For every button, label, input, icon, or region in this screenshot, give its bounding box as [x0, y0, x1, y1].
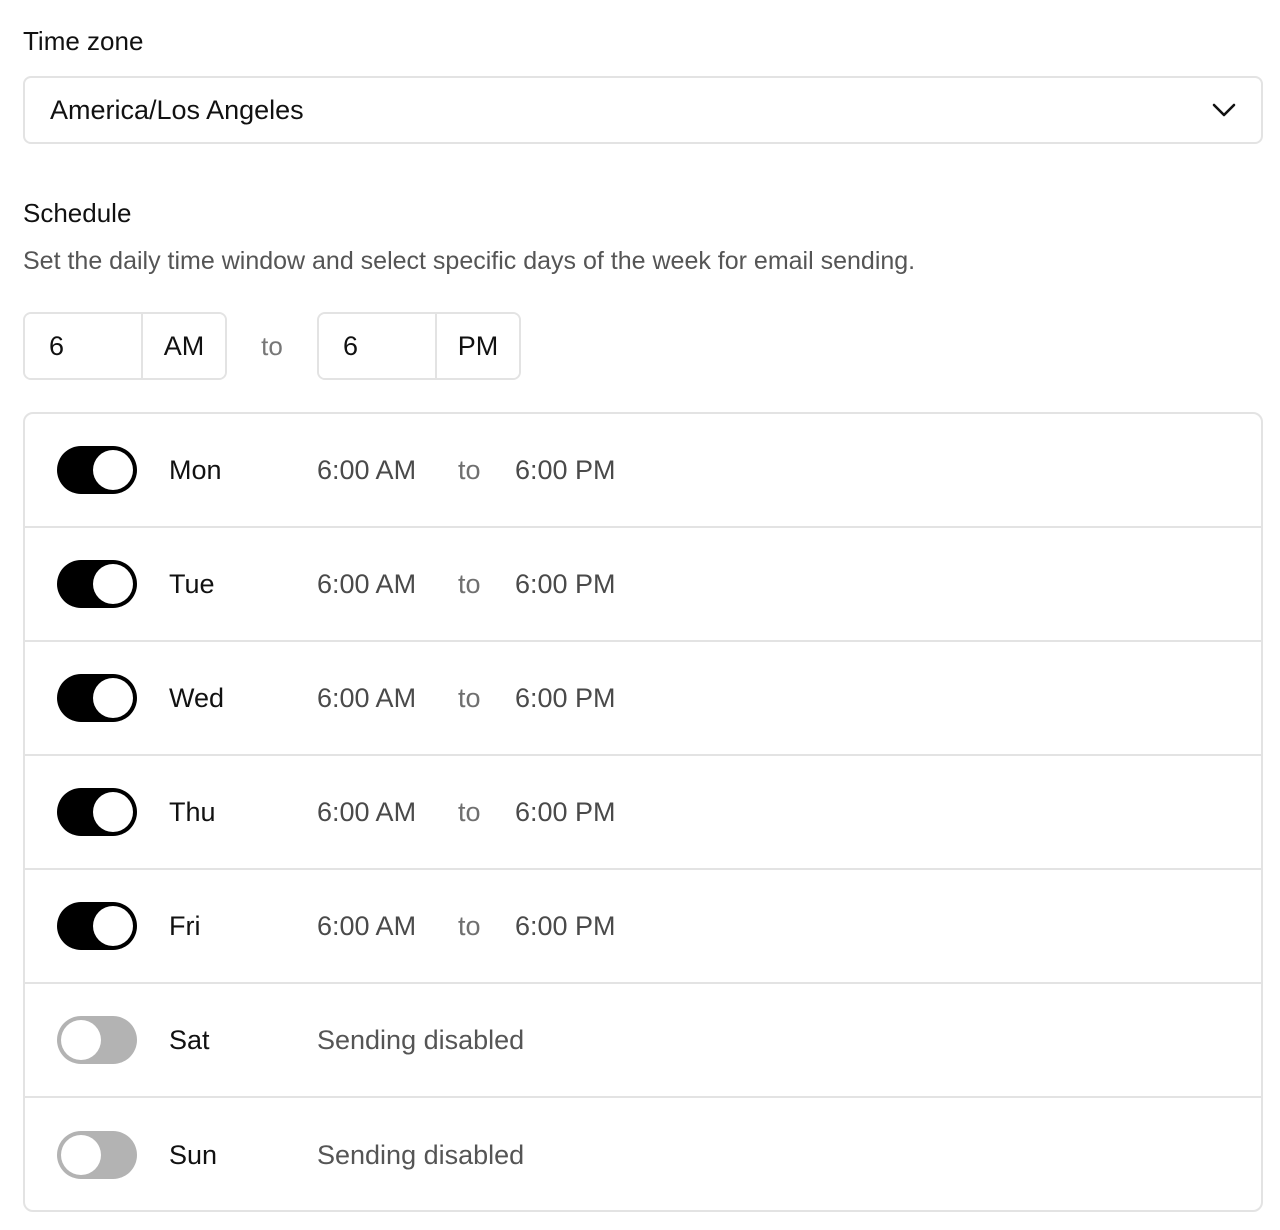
- day-row-sat: Sat Sending disabled: [25, 984, 1261, 1098]
- start-time-group: AM: [23, 312, 227, 380]
- day-time-separator: to: [458, 910, 481, 941]
- chevron-down-icon: [1211, 97, 1237, 123]
- day-toggle-sat[interactable]: [57, 1016, 137, 1064]
- day-row-sun: Sun Sending disabled: [25, 1098, 1261, 1210]
- timezone-label: Time zone: [23, 26, 144, 56]
- day-start-time: 6:00 AM: [317, 568, 417, 599]
- days-list: Mon 6:00 AM to 6:00 PM Tue 6:00 AM to 6:…: [23, 412, 1263, 1212]
- toggle-knob: [93, 906, 133, 946]
- toggle-knob: [93, 792, 133, 832]
- day-row-mon: Mon 6:00 AM to 6:00 PM: [25, 414, 1261, 528]
- time-window-inputs: AM to PM: [23, 312, 521, 380]
- day-time-separator: to: [458, 568, 481, 599]
- day-end-time: 6:00 PM: [515, 910, 616, 941]
- day-time-separator: to: [458, 454, 481, 485]
- day-name: Tue: [169, 568, 215, 599]
- end-hour-input[interactable]: [319, 314, 437, 378]
- day-time-range: 6:00 AM to 6:00 PM: [317, 455, 616, 486]
- toggle-knob: [93, 450, 133, 490]
- day-time-range: 6:00 AM to 6:00 PM: [317, 797, 616, 828]
- day-toggle-mon[interactable]: [57, 446, 137, 494]
- day-end-time: 6:00 PM: [515, 454, 616, 485]
- day-name: Sat: [169, 1024, 210, 1055]
- schedule-settings-page: Time zone America/Los Angeles Schedule S…: [0, 0, 1280, 1230]
- day-status: Sending disabled: [317, 1024, 525, 1055]
- day-toggle-tue[interactable]: [57, 560, 137, 608]
- day-status: Sending disabled: [317, 1139, 525, 1170]
- end-period-select[interactable]: PM: [437, 314, 519, 378]
- day-toggle-wed[interactable]: [57, 674, 137, 722]
- day-toggle-thu[interactable]: [57, 788, 137, 836]
- day-row-wed: Wed 6:00 AM to 6:00 PM: [25, 642, 1261, 756]
- schedule-title: Schedule: [23, 198, 132, 228]
- day-time-range: 6:00 AM to 6:00 PM: [317, 683, 616, 714]
- time-window-separator: to: [261, 330, 283, 361]
- day-end-time: 6:00 PM: [515, 796, 616, 827]
- schedule-description: Set the daily time window and select spe…: [23, 247, 916, 275]
- day-row-fri: Fri 6:00 AM to 6:00 PM: [25, 870, 1261, 984]
- timezone-value: America/Los Angeles: [50, 94, 304, 125]
- day-start-time: 6:00 AM: [317, 796, 417, 827]
- day-row-thu: Thu 6:00 AM to 6:00 PM: [25, 756, 1261, 870]
- day-end-time: 6:00 PM: [515, 682, 616, 713]
- day-end-time: 6:00 PM: [515, 568, 616, 599]
- end-time-group: PM: [317, 312, 521, 380]
- day-toggle-sun[interactable]: [57, 1131, 137, 1179]
- start-period-select[interactable]: AM: [143, 314, 225, 378]
- toggle-knob: [61, 1020, 101, 1060]
- day-name: Fri: [169, 910, 201, 941]
- day-start-time: 6:00 AM: [317, 682, 417, 713]
- day-name: Thu: [169, 796, 216, 827]
- day-name: Sun: [169, 1139, 218, 1170]
- day-time-range: 6:00 AM to 6:00 PM: [317, 911, 616, 942]
- day-start-time: 6:00 AM: [317, 910, 417, 941]
- start-hour-input[interactable]: [25, 314, 143, 378]
- day-time-range: 6:00 AM to 6:00 PM: [317, 569, 616, 600]
- day-time-separator: to: [458, 682, 481, 713]
- day-row-tue: Tue 6:00 AM to 6:00 PM: [25, 528, 1261, 642]
- day-time-separator: to: [458, 796, 481, 827]
- timezone-select[interactable]: America/Los Angeles: [23, 76, 1263, 144]
- toggle-knob: [93, 678, 133, 718]
- day-name: Mon: [169, 454, 222, 485]
- toggle-knob: [61, 1135, 101, 1175]
- day-name: Wed: [169, 682, 225, 713]
- day-toggle-fri[interactable]: [57, 902, 137, 950]
- toggle-knob: [93, 564, 133, 604]
- day-start-time: 6:00 AM: [317, 454, 417, 485]
